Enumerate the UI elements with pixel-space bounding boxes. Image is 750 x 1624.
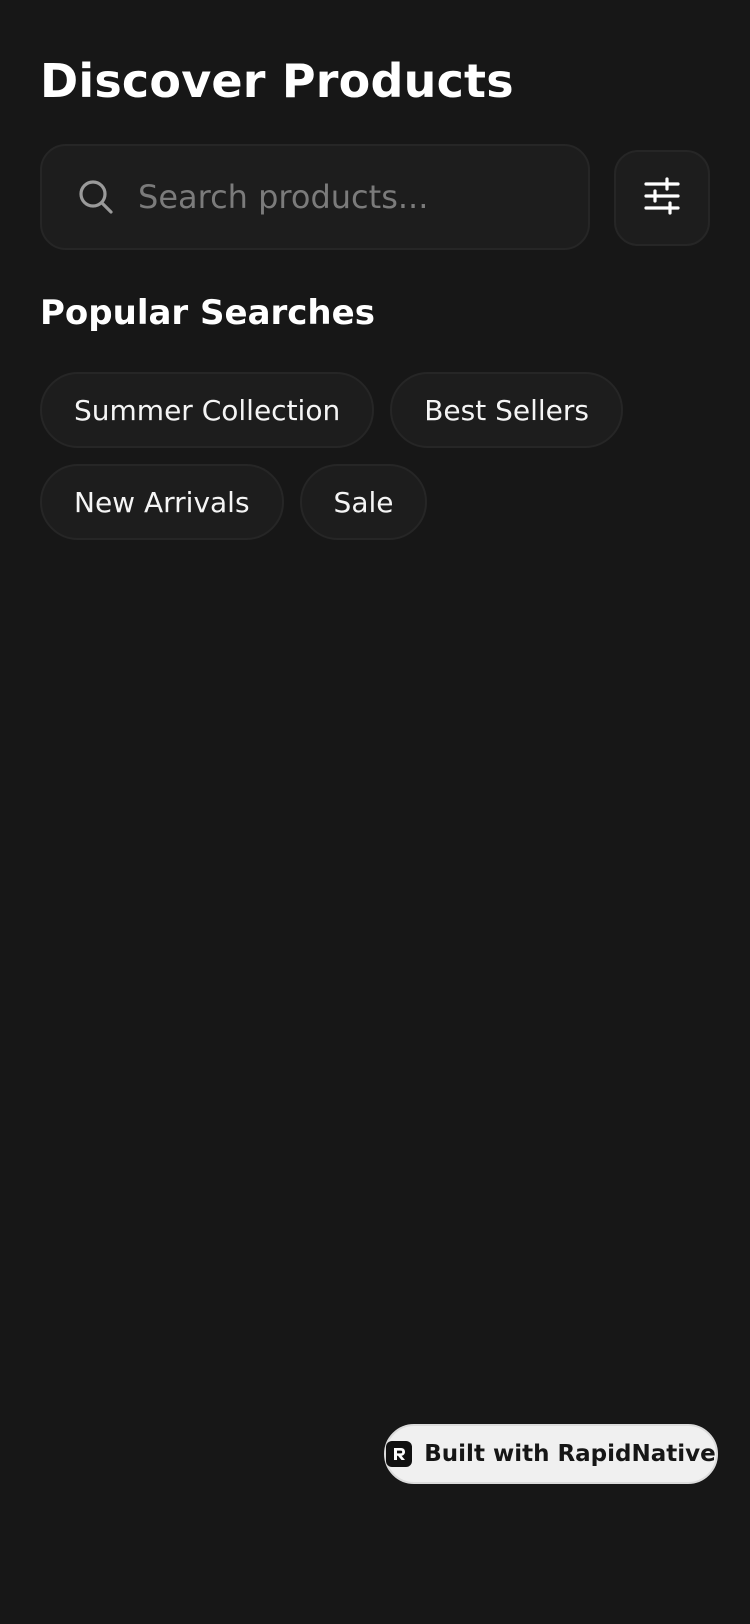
- rapidnative-logo-icon: [386, 1441, 413, 1467]
- chip-new-arrivals[interactable]: New Arrivals: [40, 464, 284, 540]
- filter-button[interactable]: [614, 150, 710, 246]
- search-input[interactable]: [138, 167, 568, 227]
- search-row: [40, 144, 710, 252]
- popular-searches-title: Popular Searches: [40, 293, 375, 333]
- search-box[interactable]: [40, 144, 590, 250]
- chip-best-sellers[interactable]: Best Sellers: [390, 372, 624, 448]
- discover-screen: Discover Products Search products... Pop…: [0, 0, 750, 1624]
- badge-label: Built with RapidNative: [424, 1441, 716, 1467]
- built-with-badge[interactable]: Built with RapidNative: [384, 1424, 718, 1484]
- chip-sale[interactable]: Sale: [299, 464, 428, 540]
- popular-searches-list: Summer Collection Best Sellers New Arriv…: [40, 372, 710, 540]
- search-icon: [76, 177, 116, 217]
- sliders-icon: [643, 177, 681, 219]
- page-title: Discover Products: [40, 54, 514, 108]
- chip-summer-collection[interactable]: Summer Collection: [40, 372, 375, 448]
